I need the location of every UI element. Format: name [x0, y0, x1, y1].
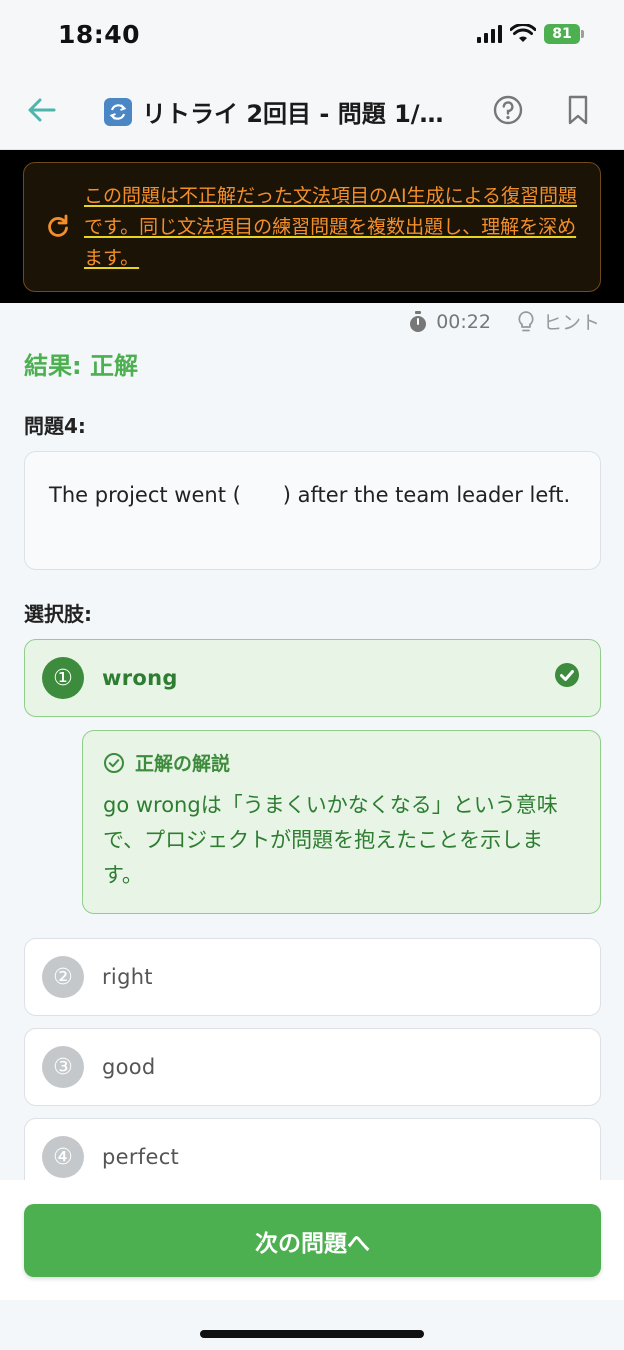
- review-banner: この問題は不正解だった文法項目のAI生成による復習問題です。同じ文法項目の練習問…: [23, 162, 601, 292]
- back-arrow-icon: [28, 98, 56, 122]
- option-number: ②: [42, 956, 84, 998]
- option-3[interactable]: ③ good: [24, 1028, 601, 1106]
- lightbulb-icon: [518, 310, 534, 331]
- bottom-action-bar: 次の問題へ: [0, 1180, 624, 1300]
- page-title: リトライ 2回目 - 問題 1/...: [104, 94, 444, 129]
- check-circle-outline-icon: [104, 752, 124, 773]
- back-button[interactable]: [24, 92, 60, 128]
- bookmark-icon: [568, 95, 588, 125]
- question-box: The project went ( ) after the team lead…: [24, 451, 601, 570]
- option-number: ③: [42, 1046, 84, 1088]
- review-banner-area: この問題は不正解だった文法項目のAI生成による復習問題です。同じ文法項目の練習問…: [0, 150, 624, 303]
- option-2[interactable]: ② right: [24, 938, 601, 1016]
- nav-bar: リトライ 2回目 - 問題 1/...: [0, 72, 624, 150]
- check-circle-icon: [555, 663, 579, 687]
- result-label: 結果: 正解: [24, 352, 138, 380]
- timer-text: 00:22: [436, 310, 491, 333]
- help-icon: [493, 95, 523, 125]
- battery-level: 81: [544, 24, 580, 44]
- option-number: ④: [42, 1136, 84, 1178]
- retry-icon: [104, 97, 132, 126]
- battery-icon: 81: [544, 24, 584, 44]
- cellular-signal-icon: [477, 25, 502, 43]
- status-time: 18:40: [58, 20, 141, 49]
- timer-row: 00:22 ヒント: [408, 308, 600, 335]
- next-question-button[interactable]: 次の問題へ: [24, 1204, 601, 1277]
- status-bar: 18:40 81: [0, 0, 624, 72]
- explanation-header: 正解の解説: [103, 749, 580, 776]
- question-label: 問題4:: [24, 414, 86, 438]
- refresh-icon: [48, 214, 68, 237]
- status-icons: 81: [477, 24, 584, 44]
- hint-button[interactable]: ヒント: [517, 308, 600, 335]
- explanation-body: go wrongは「うまくいかなくなる」という意味で、プロジェクトが問題を抱えた…: [103, 793, 558, 887]
- option-label: good: [102, 1055, 156, 1079]
- option-number: ①: [42, 657, 84, 699]
- explanation-panel: 正解の解説 go wrongは「うまくいかなくなる」という意味で、プロジェクトが…: [82, 730, 601, 914]
- option-1[interactable]: ① wrong: [24, 639, 601, 717]
- timer: 00:22: [408, 310, 491, 333]
- explanation-title: 正解の解説: [135, 753, 231, 775]
- choices-label: 選択肢:: [24, 602, 92, 626]
- option-label: right: [102, 965, 153, 989]
- help-button[interactable]: [490, 92, 526, 128]
- page-title-text: リトライ 2回目 - 問題 1/...: [142, 100, 444, 128]
- option-label: wrong: [102, 666, 178, 690]
- question-text: The project went ( ) after the team lead…: [49, 483, 571, 507]
- wifi-icon: [510, 24, 536, 42]
- home-indicator: [200, 1330, 424, 1338]
- review-banner-text: この問題は不正解だった文法項目のAI生成による復習問題です。同じ文法項目の練習問…: [84, 185, 578, 269]
- hint-label: ヒント: [542, 312, 600, 334]
- bookmark-button[interactable]: [560, 92, 596, 128]
- stopwatch-icon: [410, 310, 427, 332]
- option-label: perfect: [102, 1145, 180, 1169]
